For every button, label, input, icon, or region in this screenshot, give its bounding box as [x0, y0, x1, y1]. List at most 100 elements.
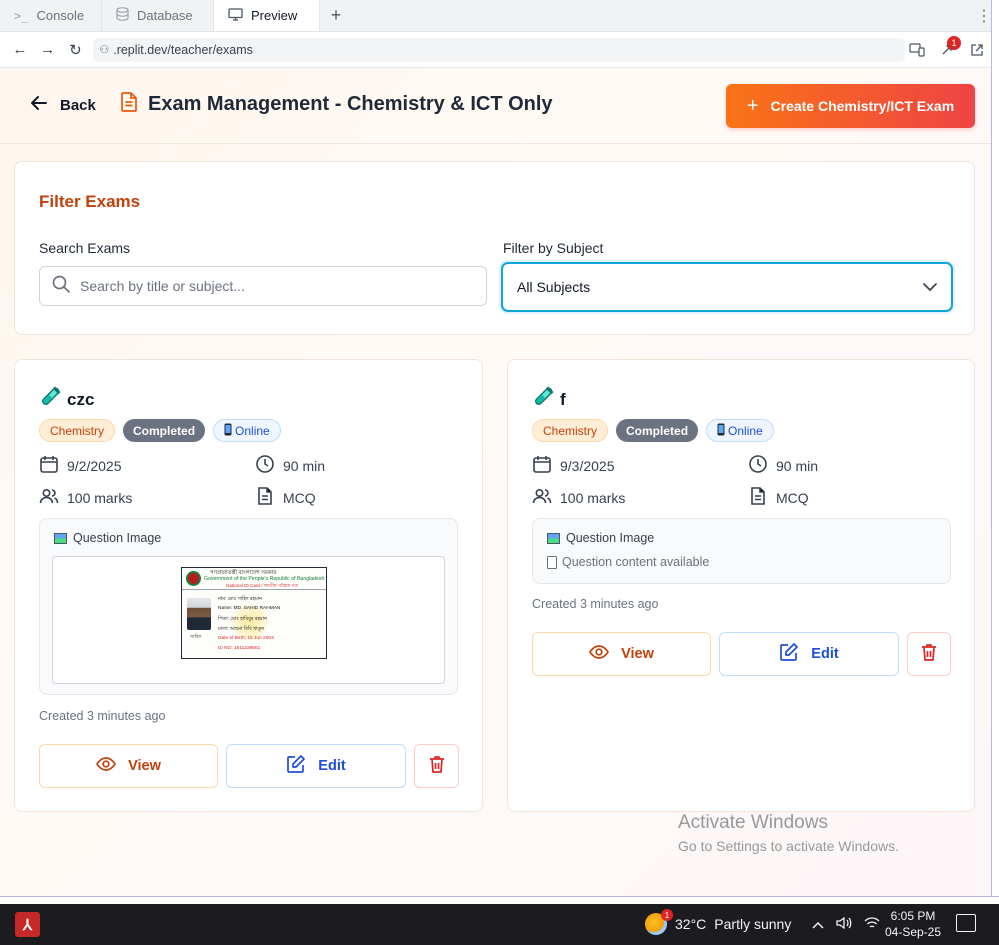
government-seal-icon	[186, 571, 201, 586]
plus-icon: +	[746, 94, 759, 117]
create-exam-label: Create Chemistry/ICT Exam	[770, 98, 955, 114]
reload-icon[interactable]: ↻	[62, 36, 90, 64]
url-field[interactable]: ⚇ .replit.dev/teacher/exams	[93, 37, 905, 62]
edit-label: Edit	[318, 758, 346, 774]
exam-marks: 100 marks	[532, 486, 625, 509]
id-card-fields: নাম: মোঃ সাহিদ রহমান Name: MD. SAHID RAH…	[218, 596, 280, 656]
devices-icon[interactable]	[905, 38, 929, 62]
question-preview: Question Image গণপ্রজাতন্ত্রী বাংলাদেশ স…	[39, 518, 458, 695]
devtools-icon[interactable]: 1	[935, 35, 961, 62]
exam-duration: 90 min	[748, 454, 818, 477]
edit-icon	[286, 754, 306, 778]
page-title: Exam Management - Chemistry & ICT Only	[148, 93, 553, 115]
exam-badges: Chemistry Completed Online	[532, 419, 774, 442]
subject-badge: Chemistry	[39, 419, 116, 442]
preview-frame-border	[991, 0, 999, 896]
exam-type: MCQ	[748, 486, 809, 509]
question-image[interactable]: গণপ্রজাতন্ত্রী বাংলাদেশ সরকার Government…	[52, 556, 445, 684]
view-label: View	[621, 646, 654, 662]
subject-select-value: All Subjects	[517, 279, 591, 295]
chevron-down-icon	[923, 279, 937, 295]
system-clock[interactable]: 6:05 PM 04-Sep-25	[884, 908, 942, 940]
edit-exam-button[interactable]: Edit	[226, 744, 406, 788]
exam-badges: Chemistry Completed Online	[39, 419, 281, 442]
document-icon	[748, 486, 768, 509]
eye-icon	[589, 642, 610, 666]
weather-widget[interactable]: 1 32°C Partly sunny	[645, 909, 791, 935]
partly-sunny-icon: 1	[645, 909, 673, 935]
exam-date: 9/2/2025	[39, 454, 122, 477]
exam-marks-text: 100 marks	[67, 489, 133, 506]
exam-date: 9/3/2025	[532, 454, 615, 477]
clock-date: 04-Sep-25	[884, 925, 942, 939]
back-button[interactable]: Back	[30, 95, 96, 116]
id-card-mother: মাতা: আছমা বিবি খাতুন	[218, 627, 265, 632]
view-exam-button[interactable]: View	[532, 632, 711, 676]
search-label: Search Exams	[39, 240, 131, 256]
new-tab-button[interactable]: +	[320, 0, 352, 31]
back-arrow-icon[interactable]: ←	[6, 36, 34, 64]
tab-database-label: Database	[137, 8, 193, 23]
edit-label: Edit	[811, 646, 839, 662]
edit-exam-button[interactable]: Edit	[719, 632, 899, 676]
chevron-up-icon[interactable]	[812, 916, 824, 933]
preview-frame-bottom	[0, 896, 999, 904]
mode-label: Online	[728, 423, 763, 438]
id-card-header-sub: National ID Card / জাতীয় পরিচয় পত্র	[226, 583, 298, 588]
mode-badge: Online	[213, 419, 281, 442]
terminal-icon: >_	[14, 8, 29, 23]
forward-arrow-icon[interactable]: →	[34, 36, 62, 64]
id-card-signature: সাহিদ	[190, 634, 202, 640]
activate-windows-subtitle: Go to Settings to activate Windows.	[678, 838, 899, 854]
id-card-dob: Date of Birth: 16 Jun 2003	[218, 636, 274, 641]
tab-console[interactable]: >_ Console	[0, 0, 102, 31]
exam-marks-text: 100 marks	[560, 489, 626, 506]
exam-date-text: 9/3/2025	[560, 457, 615, 474]
tab-preview[interactable]: Preview	[214, 0, 320, 31]
question-image-label: Question Image	[566, 531, 655, 545]
windows-taskbar: ⅄ 1 32°C Partly sunny 6:05 PM 04-Sep-25	[0, 904, 999, 945]
system-tray	[812, 916, 880, 933]
test-tube-icon	[532, 386, 554, 413]
site-info-icon[interactable]: ⚇	[99, 43, 109, 56]
created-timestamp: Created 3 minutes ago	[39, 709, 166, 723]
users-icon	[532, 486, 552, 509]
arrow-left-icon	[30, 95, 48, 116]
test-tube-icon	[39, 386, 61, 413]
open-external-icon[interactable]	[965, 38, 989, 62]
tab-database[interactable]: Database	[102, 0, 214, 31]
tab-preview-label: Preview	[251, 8, 298, 23]
wifi-icon[interactable]	[864, 916, 880, 933]
id-card-name-bn: নাম: মোঃ সাহিদ রহমান	[218, 597, 262, 602]
exam-date-text: 9/2/2025	[67, 457, 122, 474]
page-header: Back Exam Management - Chemistry & ICT O…	[0, 68, 991, 144]
exam-duration: 90 min	[255, 454, 325, 477]
search-field[interactable]	[39, 266, 487, 306]
exam-duration-text: 90 min	[776, 457, 819, 474]
eye-icon	[96, 754, 117, 778]
delete-exam-button[interactable]	[414, 744, 459, 788]
calendar-icon	[39, 454, 59, 477]
question-content-text: Question content available	[562, 555, 710, 569]
weather-badge: 1	[661, 909, 673, 921]
address-bar: ← → ↻ ⚇ .replit.dev/teacher/exams 1	[0, 32, 999, 68]
monitor-icon	[228, 7, 243, 24]
create-exam-button[interactable]: + Create Chemistry/ICT Exam	[726, 84, 975, 128]
subject-select[interactable]: All Subjects	[501, 262, 953, 312]
clock-time: 6:05 PM	[890, 909, 936, 923]
search-input[interactable]	[80, 278, 470, 294]
delete-exam-button[interactable]	[907, 632, 951, 676]
picture-icon	[54, 532, 67, 544]
pdf-reader-icon[interactable]: ⅄	[15, 912, 40, 937]
trash-icon	[427, 754, 447, 778]
view-exam-button[interactable]: View	[39, 744, 218, 788]
speaker-icon[interactable]	[836, 916, 852, 933]
notification-badge: 1	[947, 35, 961, 50]
back-label: Back	[60, 97, 96, 114]
tab-console-label: Console	[36, 8, 85, 23]
id-card-image: গণপ্রজাতন্ত্রী বাংলাদেশ সরকার Government…	[181, 567, 327, 659]
exam-title-row: czc	[39, 386, 94, 413]
trash-icon	[919, 642, 939, 666]
subject-badge: Chemistry	[532, 419, 609, 442]
notification-center-icon[interactable]	[956, 914, 976, 932]
